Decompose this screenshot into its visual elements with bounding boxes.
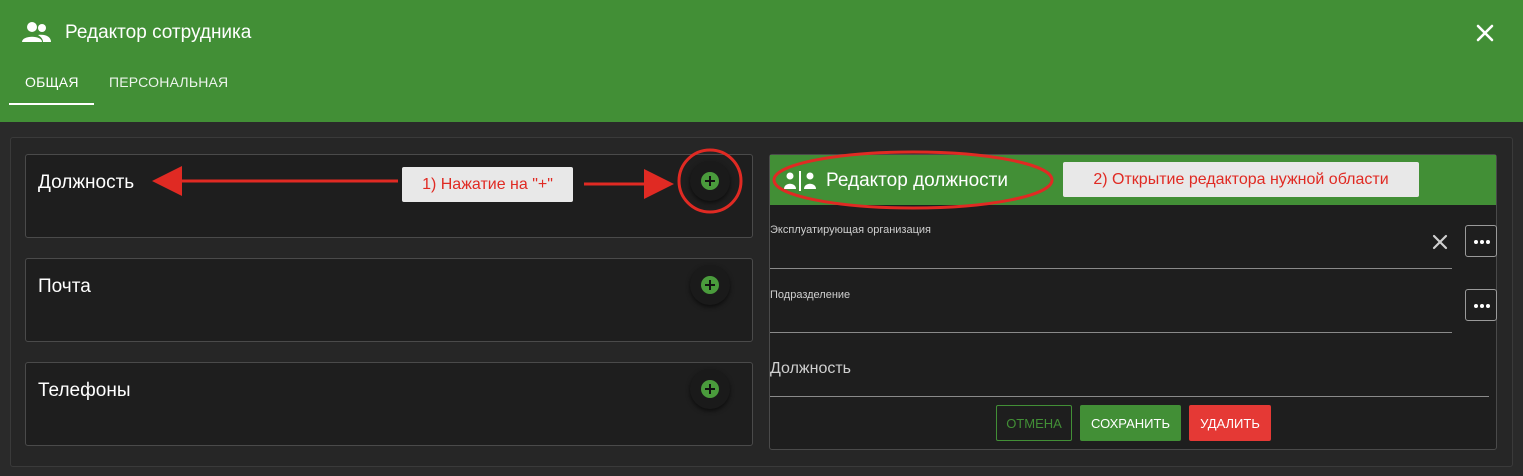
card-phones: Телефоны xyxy=(25,362,753,446)
field-label: Эксплуатирующая организация xyxy=(770,224,931,236)
dot xyxy=(1474,240,1478,244)
add-mail-button[interactable] xyxy=(690,265,730,305)
position-input-underline xyxy=(770,396,1489,397)
select-department-button[interactable] xyxy=(1465,289,1497,321)
dot xyxy=(1480,240,1484,244)
dialog-title: Редактор сотрудника xyxy=(65,22,252,43)
position-editor: Редактор должности Эксплуатирующая орган… xyxy=(769,154,1497,450)
people-icon xyxy=(22,22,51,42)
add-icon xyxy=(701,380,719,398)
clear-icon[interactable] xyxy=(1431,233,1449,251)
dot xyxy=(1474,304,1478,308)
dot xyxy=(1480,304,1484,308)
add-position-button[interactable] xyxy=(690,161,730,201)
tab-general[interactable]: ОБЩАЯ xyxy=(25,74,79,90)
save-button[interactable]: СОХРАНИТЬ xyxy=(1080,405,1181,441)
select-organization-button[interactable] xyxy=(1465,225,1497,257)
add-icon xyxy=(701,172,719,190)
annotation-step-1: 1) Нажатие на "+" xyxy=(402,167,573,202)
position-editor-icon xyxy=(784,171,816,191)
dot xyxy=(1486,304,1490,308)
cancel-button[interactable]: ОТМЕНА xyxy=(996,405,1072,441)
add-icon xyxy=(701,276,719,294)
field-label: Подразделение xyxy=(770,289,851,301)
dialog-header: Редактор сотрудника ОБЩАЯ ПЕРСОНАЛЬНАЯ xyxy=(0,0,1523,122)
position-input[interactable]: Должность xyxy=(770,360,851,378)
editor-title: Редактор должности xyxy=(826,170,1008,191)
department-field[interactable]: Подразделение xyxy=(770,283,1452,333)
card-title: Телефоны xyxy=(38,380,131,401)
close-icon[interactable] xyxy=(1472,20,1498,46)
card-title: Почта xyxy=(38,276,91,297)
operating-organization-field[interactable]: Эксплуатирующая организация xyxy=(770,219,1452,269)
card-mail: Почта xyxy=(25,258,753,342)
delete-button[interactable]: УДАЛИТЬ xyxy=(1189,405,1271,441)
tab-personal[interactable]: ПЕРСОНАЛЬНАЯ xyxy=(109,74,228,90)
card-title: Должность xyxy=(38,172,135,193)
add-phone-button[interactable] xyxy=(690,369,730,409)
active-tab-indicator xyxy=(9,103,94,105)
dot xyxy=(1486,240,1490,244)
card-position: Должность xyxy=(25,154,753,238)
annotation-step-2: 2) Открытие редактора нужной области xyxy=(1063,162,1419,197)
